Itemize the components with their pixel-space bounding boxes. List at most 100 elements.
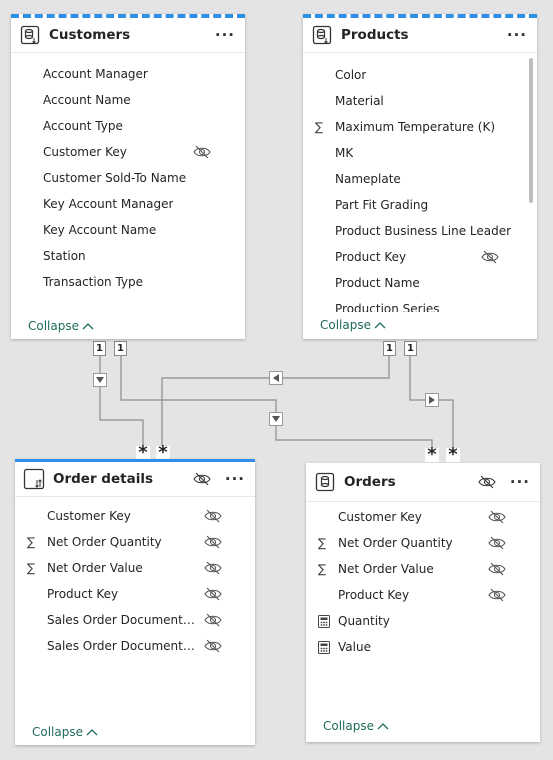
field-label: Value <box>338 640 371 654</box>
field-label: Station <box>43 249 86 263</box>
field-row[interactable]: Material <box>303 88 537 114</box>
cardinality-many-orders-a: * <box>425 446 439 464</box>
collapse-label: Collapse <box>28 319 79 333</box>
field-row[interactable]: Value <box>306 634 540 660</box>
table-title: Products <box>341 27 409 43</box>
field-row[interactable]: Sales Order Document Lin... <box>15 607 255 633</box>
field-row[interactable]: Production Series <box>303 296 537 312</box>
hidden-eye-icon <box>488 587 506 603</box>
field-row[interactable]: ∑ Maximum Temperature (K) <box>303 114 537 140</box>
field-label: Net Order Quantity <box>338 536 453 550</box>
field-label: Customer Key <box>47 509 131 523</box>
table-header[interactable]: Order details ··· <box>15 462 255 497</box>
field-label: Product Key <box>338 588 410 602</box>
table-header[interactable]: Products ··· <box>303 18 537 53</box>
field-row[interactable]: Sales Order Document Nu... <box>15 633 255 659</box>
calculator-icon <box>318 614 338 628</box>
field-row[interactable]: Account Type <box>11 113 245 139</box>
field-row[interactable]: Product Business Line Leader <box>303 218 537 244</box>
field-label: Maximum Temperature (K) <box>335 120 496 134</box>
hidden-eye-icon <box>204 612 222 628</box>
hidden-eye-icon[interactable] <box>478 474 496 490</box>
field-row[interactable]: Account Manager <box>11 61 245 87</box>
field-label: Product Name <box>335 276 420 290</box>
table-header[interactable]: Customers ··· <box>11 18 245 53</box>
field-row[interactable]: Product Key <box>306 582 540 608</box>
table-header[interactable]: Orders ··· <box>306 463 540 502</box>
field-row[interactable]: Station <box>11 243 245 269</box>
field-label: Product Business Line Leader <box>335 224 512 238</box>
field-label: Customer Sold-To Name <box>43 171 187 185</box>
hidden-eye-icon <box>204 508 222 524</box>
field-row[interactable]: ∑ Net Order Quantity <box>15 529 255 555</box>
hidden-eye-icon <box>193 144 211 160</box>
field-row[interactable]: ∑ Net Order Value <box>306 556 540 582</box>
table-title: Orders <box>344 474 396 490</box>
table-icon <box>314 471 336 493</box>
filter-direction-right-icon[interactable] <box>425 393 439 407</box>
chevron-up-icon <box>86 725 98 739</box>
field-row[interactable]: ∑ Net Order Quantity <box>306 530 540 556</box>
table-icon <box>19 24 41 46</box>
collapse-label: Collapse <box>32 725 83 739</box>
chevron-up-icon <box>82 319 94 333</box>
field-row[interactable]: Account Name <box>11 87 245 113</box>
collapse-button[interactable]: Collapse <box>32 725 98 739</box>
collapse-button[interactable]: Collapse <box>28 319 94 333</box>
field-label: Key Account Manager <box>43 197 174 211</box>
field-label: Sales Order Document Lin... <box>47 613 197 627</box>
more-options-button[interactable]: ··· <box>225 470 245 488</box>
more-options-button[interactable]: ··· <box>510 473 530 491</box>
collapse-button[interactable]: Collapse <box>320 318 386 332</box>
field-row[interactable]: Key Account Name <box>11 217 245 243</box>
cardinality-one-products-b: 1 <box>404 341 417 356</box>
calculator-icon <box>318 640 338 654</box>
field-label: Part Fit Grading <box>335 198 429 212</box>
filter-direction-left-icon[interactable] <box>269 371 283 385</box>
field-row[interactable]: Customer Key <box>306 504 540 530</box>
field-label: Production Series <box>335 302 440 312</box>
field-row[interactable]: Key Account Manager <box>11 191 245 217</box>
table-card-orders[interactable]: Orders ··· Customer Key ∑ Net Order Quant… <box>306 463 540 742</box>
more-options-button[interactable]: ··· <box>507 26 527 44</box>
field-row[interactable]: Transaction Type <box>11 269 245 295</box>
hidden-eye-icon <box>204 560 222 576</box>
collapse-button[interactable]: Collapse <box>323 719 389 733</box>
field-row[interactable]: Product Key <box>15 581 255 607</box>
field-label: Net Order Value <box>338 562 434 576</box>
field-label: Key Account Name <box>43 223 157 237</box>
field-row[interactable]: Part Fit Grading <box>303 192 537 218</box>
filter-direction-down-icon[interactable] <box>93 373 107 387</box>
field-row[interactable]: Customer Key <box>15 503 255 529</box>
field-row[interactable]: Nameplate <box>303 166 537 192</box>
more-options-button[interactable]: ··· <box>215 26 235 44</box>
chevron-up-icon <box>377 719 389 733</box>
sigma-icon: ∑ <box>27 561 36 575</box>
sigma-icon: ∑ <box>315 120 324 134</box>
table-card-order-details[interactable]: Order details ··· Customer Key ∑ Net Orde… <box>15 459 255 745</box>
cardinality-one-customers-a: 1 <box>93 341 106 356</box>
field-label: MK <box>335 146 354 160</box>
field-row[interactable]: Product Name <box>303 270 537 296</box>
field-row[interactable]: Customer Sold-To Name <box>11 165 245 191</box>
hidden-eye-icon <box>204 586 222 602</box>
cardinality-one-customers-b: 1 <box>114 341 127 356</box>
field-label: Material <box>335 94 384 108</box>
field-row[interactable]: Quantity <box>306 608 540 634</box>
hidden-eye-icon[interactable] <box>193 471 211 487</box>
hidden-eye-icon <box>488 535 506 551</box>
field-label: Net Order Value <box>47 561 143 575</box>
field-row[interactable]: ∑ Net Order Value <box>15 555 255 581</box>
filter-direction-down-icon[interactable] <box>269 412 283 426</box>
sigma-icon: ∑ <box>318 536 327 550</box>
field-row[interactable]: MK <box>303 140 537 166</box>
field-label: Account Manager <box>43 67 148 81</box>
field-row[interactable]: Customer Key <box>11 139 245 165</box>
hidden-eye-icon <box>204 638 222 654</box>
field-row[interactable]: Product Key <box>303 244 537 270</box>
field-row[interactable]: Color <box>303 62 537 88</box>
table-card-products[interactable]: Products ··· Color Material ∑ Maximum Tem… <box>303 14 537 339</box>
cardinality-many-orderdetails-b: * <box>156 444 170 462</box>
field-label: Sales Order Document Nu... <box>47 639 197 653</box>
table-card-customers[interactable]: Customers ··· Account Manager Account Na… <box>11 14 245 339</box>
